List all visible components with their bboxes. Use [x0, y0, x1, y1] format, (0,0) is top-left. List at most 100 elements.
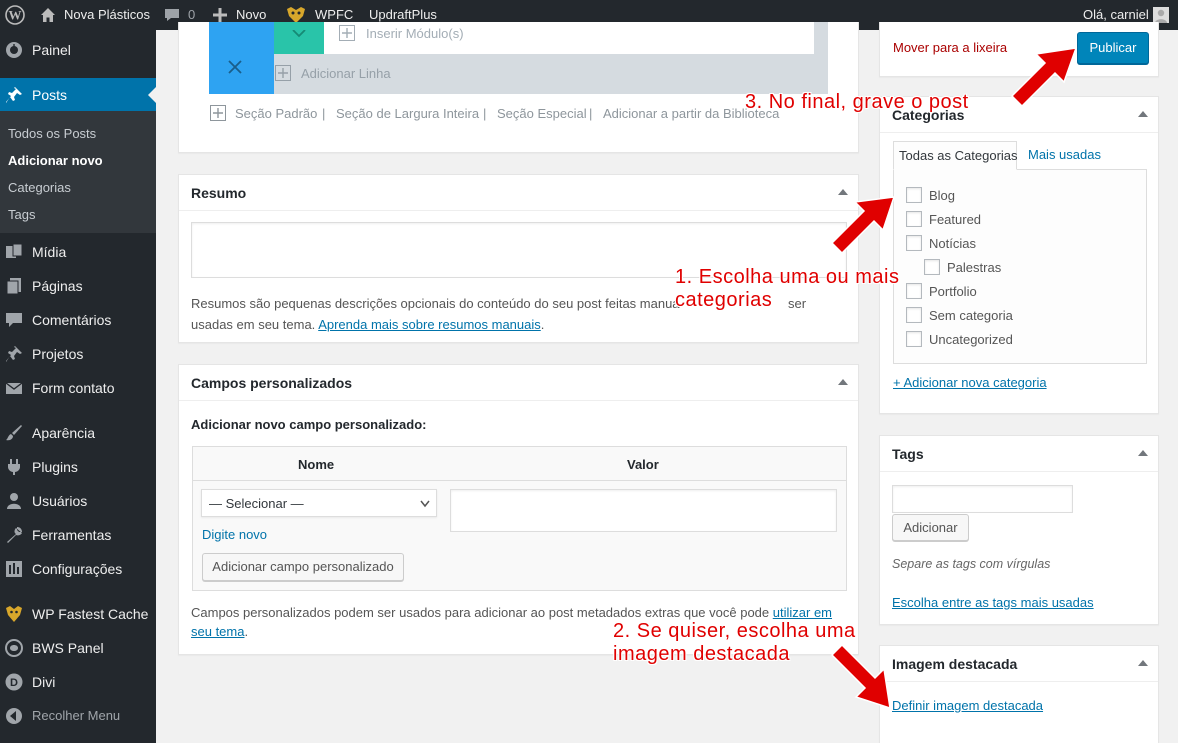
mail-icon	[5, 382, 23, 394]
insert-module-label[interactable]: Inserir Módulo(s)	[366, 26, 464, 41]
site-home-icon[interactable]	[40, 0, 56, 30]
sidebar-item-comentarios[interactable]: Comentários	[0, 303, 156, 337]
add-tag-button[interactable]: Adicionar	[892, 514, 969, 541]
featured-image-box: Imagem destacada Definir imagem destacad…	[879, 645, 1159, 743]
featured-image-title: Imagem destacada	[892, 656, 1018, 672]
category-checkbox-noticias[interactable]	[906, 235, 922, 251]
collapse-icon	[6, 708, 22, 724]
field-value-textarea[interactable]	[450, 489, 837, 532]
add-custom-field-button[interactable]: Adicionar campo personalizado	[202, 553, 404, 581]
annotation-step-1-line-1: 1. Escolha uma ou mais	[675, 266, 900, 288]
annotation-step-2-line-1: 2. Se quiser, escolha uma	[613, 620, 856, 642]
tab-most-used[interactable]: Mais usadas	[1028, 147, 1101, 162]
category-label: Uncategorized	[929, 332, 1013, 347]
tags-hint: Separe as tags com vírgulas	[892, 557, 1051, 571]
column-header-name: Nome	[298, 457, 335, 472]
add-new-category-link[interactable]: + Adicionar nova categoria	[893, 375, 1047, 390]
divi-builder-box: Inserir Módulo(s) Adicionar Linha Seção …	[178, 22, 859, 153]
category-checkbox-blog[interactable]	[906, 187, 922, 203]
excerpt-title: Resumo	[191, 185, 247, 201]
field-name-select[interactable]: — Selecionar —	[201, 489, 437, 517]
choose-popular-tags-link[interactable]: Escolha entre as tags mais usadas	[892, 595, 1094, 610]
standard-section-link[interactable]: Seção Padrão	[235, 106, 317, 121]
module-handle[interactable]	[274, 22, 324, 54]
sidebar-item-wp-fastest-cache[interactable]: WP Fastest Cache	[0, 597, 156, 631]
plus-box-icon[interactable]	[275, 65, 291, 84]
row-handle[interactable]	[209, 22, 274, 94]
special-section-link[interactable]: Seção Especial	[497, 106, 587, 121]
sidebar-item-usuarios[interactable]: Usuários	[0, 484, 156, 518]
sidebar-item-aparencia[interactable]: Aparência	[0, 416, 156, 450]
category-checkbox-uncategorized[interactable]	[906, 331, 922, 347]
column-header-value: Valor	[627, 457, 659, 472]
category-checkbox-palestras[interactable]	[924, 259, 940, 275]
sidebar-item-configuracoes[interactable]: Configurações	[0, 552, 156, 586]
svg-text:W: W	[9, 8, 22, 23]
plus-box-icon[interactable]	[339, 25, 355, 44]
sidebar-item-recolher-menu[interactable]: Recolher Menu	[0, 699, 156, 733]
sidebar-item-painel[interactable]: Painel	[0, 33, 156, 67]
enter-new-link[interactable]: Digite novo	[202, 527, 267, 542]
category-label: Palestras	[947, 260, 1002, 275]
sidebar-item-projetos[interactable]: Projetos	[0, 337, 156, 371]
wordpress-logo-icon[interactable]: W	[5, 0, 25, 30]
sidebar-item-divi[interactable]: D Divi	[0, 665, 156, 699]
toggle-arrow-icon[interactable]	[838, 379, 848, 385]
annotation-step-2-line-2: imagem destacada	[613, 643, 790, 665]
move-to-trash-link[interactable]: Mover para a lixeira	[893, 40, 1007, 55]
category-label: Portfolio	[929, 284, 977, 299]
use-in-theme-link[interactable]: utilizar em	[773, 605, 832, 620]
category-checkbox-portfolio[interactable]	[906, 283, 922, 299]
settings-icon	[6, 561, 22, 577]
submenu-categories[interactable]: Categorias	[8, 180, 71, 195]
add-new-field-label: Adicionar novo campo personalizado:	[191, 417, 427, 432]
use-in-theme-link-2[interactable]: seu tema	[191, 624, 244, 639]
pages-icon	[6, 278, 21, 295]
insert-module-bar[interactable]	[274, 22, 814, 54]
divi-icon: D	[5, 673, 23, 691]
comment-icon	[6, 313, 22, 327]
brush-icon	[6, 425, 22, 441]
plus-box-icon[interactable]	[210, 105, 226, 124]
submenu-add-new[interactable]: Adicionar novo	[8, 153, 103, 168]
category-checkbox-sem-categoria[interactable]	[906, 307, 922, 323]
category-checklist: Blog Featured Notícias Palestras Portfol…	[893, 169, 1147, 364]
add-row-label[interactable]: Adicionar Linha	[301, 66, 391, 81]
tags-box: Tags Adicionar Separe as tags com vírgul…	[879, 435, 1159, 625]
sidebar-item-ferramentas[interactable]: Ferramentas	[0, 518, 156, 552]
posts-submenu: Todos os Posts Adicionar novo Categorias…	[0, 111, 156, 233]
sidebar-item-bws-panel[interactable]: BWS Panel	[0, 631, 156, 665]
category-label: Featured	[929, 212, 982, 227]
table-header	[193, 447, 846, 481]
tab-all-categories[interactable]: Todas as Categorias	[893, 141, 1018, 170]
new-tag-input[interactable]	[892, 485, 1073, 513]
toggle-arrow-icon[interactable]	[1138, 660, 1148, 666]
tags-header[interactable]: Tags	[880, 436, 1158, 472]
sidebar-item-form-contato[interactable]: Form contato	[0, 371, 156, 405]
site-name-link[interactable]: Nova Plásticos	[64, 0, 150, 30]
excerpt-learn-more-link[interactable]: Aprenda mais sobre resumos manuais	[318, 317, 541, 332]
sidebar-item-paginas[interactable]: Páginas	[0, 269, 156, 303]
close-icon[interactable]	[228, 60, 242, 74]
toggle-arrow-icon[interactable]	[1138, 450, 1148, 456]
separator: |	[322, 106, 326, 121]
cheetah-icon	[6, 606, 22, 622]
sidebar-item-midia[interactable]: Mídia	[0, 235, 156, 269]
category-label: Sem categoria	[929, 308, 1013, 323]
publish-button[interactable]: Publicar	[1077, 32, 1149, 64]
fullwidth-section-link[interactable]: Seção de Largura Inteira	[336, 106, 479, 121]
set-featured-image-link[interactable]: Definir imagem destacada	[892, 698, 1043, 713]
sidebar-item-posts[interactable]: Posts	[0, 78, 156, 112]
media-icon	[6, 243, 23, 258]
custom-fields-table: Nome Valor — Selecionar — Digite novo Ad…	[192, 446, 847, 591]
excerpt-header[interactable]: Resumo	[179, 175, 858, 211]
excerpt-box: Resumo Resumos são pequenas descrições o…	[178, 174, 859, 343]
sidebar-item-plugins[interactable]: Plugins	[0, 450, 156, 484]
toggle-arrow-icon[interactable]	[1138, 111, 1148, 117]
submenu-all-posts[interactable]: Todos os Posts	[8, 126, 96, 141]
category-checkbox-featured[interactable]	[906, 211, 922, 227]
submenu-tags[interactable]: Tags	[8, 207, 35, 222]
wrench-icon	[7, 527, 22, 543]
custom-fields-header[interactable]: Campos personalizados	[179, 365, 858, 401]
featured-image-header[interactable]: Imagem destacada	[880, 646, 1158, 682]
